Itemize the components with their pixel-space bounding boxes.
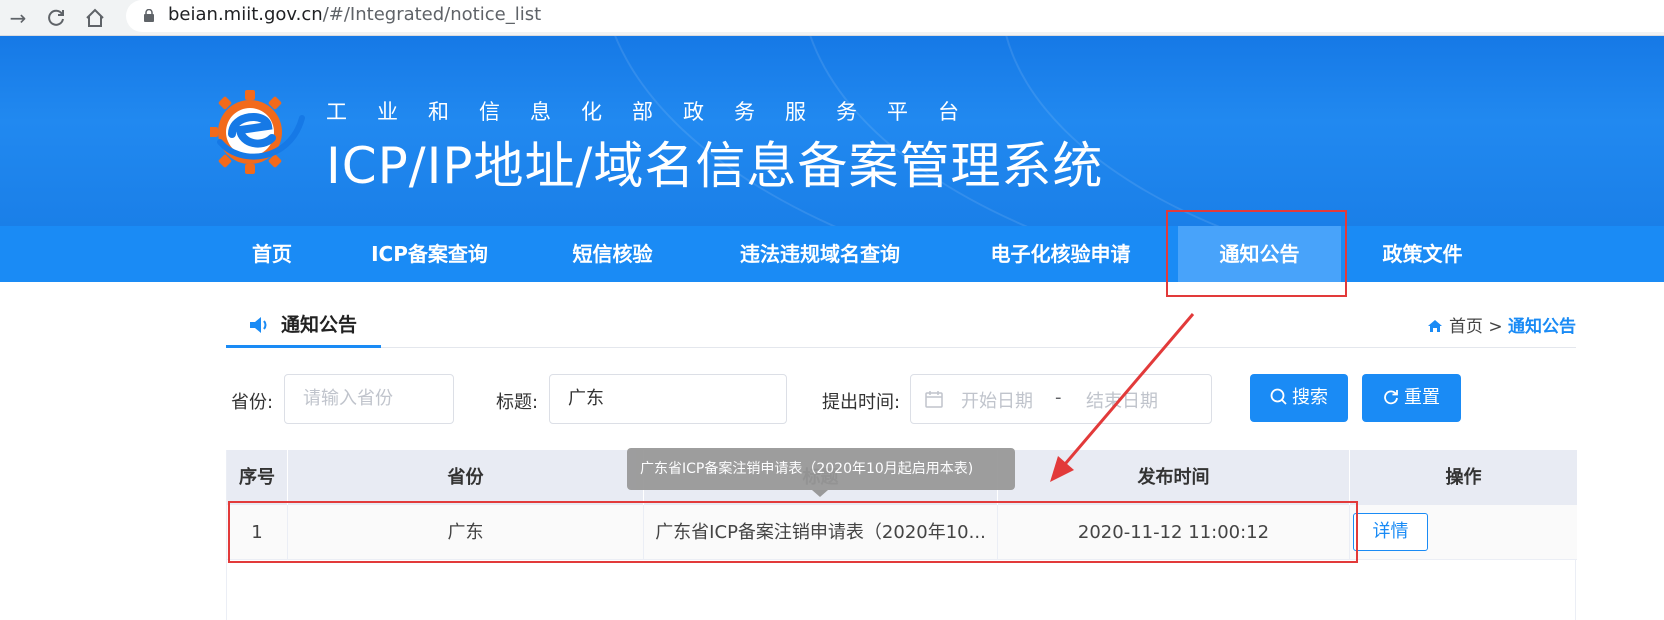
title-input[interactable]: 广东: [549, 374, 787, 424]
calendar-icon: [925, 391, 943, 408]
nav-item-icp-query[interactable]: ICP备案查询: [352, 226, 507, 282]
search-icon: [1270, 388, 1287, 405]
detail-button[interactable]: 详情: [1353, 513, 1428, 551]
nav-item-illegal-domain[interactable]: 违法违规域名查询: [715, 226, 925, 282]
nav-item-sms-verify[interactable]: 短信核验: [550, 226, 675, 282]
section-tab[interactable]: 通知公告: [226, 304, 381, 348]
banner-title: ICP/IP地址/域名信息备案管理系统: [326, 137, 1104, 195]
time-label: 提出时间:: [822, 392, 901, 413]
reset-button[interactable]: 重置: [1362, 374, 1461, 422]
title-tooltip: 广东省ICP备案注销申请表（2020年10月起启用本表): [627, 448, 1015, 490]
section-title: 通知公告: [281, 314, 358, 336]
nav-item-policy[interactable]: 政策文件: [1365, 226, 1480, 282]
main-nav: 首页 ICP备案查询 短信核验 违法违规域名查询 电子化核验申请 通知公告 政策…: [0, 226, 1664, 282]
breadcrumb-separator: >: [1488, 317, 1503, 337]
browser-toolbar: → beian.miit.gov.cn/#/Integrated/notice_…: [0, 0, 1664, 36]
logo-icon: [210, 90, 305, 174]
lock-icon: [144, 9, 154, 22]
breadcrumb: 首页 > 通知公告: [1427, 312, 1576, 337]
province-input[interactable]: 请输入省份: [284, 374, 454, 424]
url-text[interactable]: beian.miit.gov.cn/#/Integrated/notice_li…: [168, 4, 541, 25]
annotation-box-nav: [1166, 210, 1347, 297]
search-button[interactable]: 搜索: [1250, 374, 1348, 422]
speaker-icon: [250, 317, 267, 333]
province-label: 省份:: [231, 392, 274, 413]
nav-item-home[interactable]: 首页: [232, 226, 312, 282]
annotation-box-row: [228, 501, 1358, 563]
header-banner: 工业和信息化部政务服务平台 ICP/IP地址/域名信息备案管理系统: [0, 36, 1664, 226]
annotation-arrow: [1050, 313, 1195, 482]
column-header-province: 省份: [288, 450, 644, 505]
title-label: 标题:: [496, 392, 539, 413]
home-icon[interactable]: [83, 6, 107, 30]
tooltip-arrow: [812, 490, 828, 497]
home-icon: [1427, 320, 1442, 332]
nav-item-e-verify[interactable]: 电子化核验申请: [968, 226, 1153, 282]
reload-icon[interactable]: [44, 6, 68, 30]
banner-subtitle: 工业和信息化部政务服务平台: [326, 100, 989, 124]
breadcrumb-current: 通知公告: [1508, 317, 1576, 337]
column-header-index: 序号: [227, 450, 288, 505]
forward-icon[interactable]: →: [6, 6, 30, 30]
refresh-icon: [1384, 390, 1398, 405]
breadcrumb-home[interactable]: 首页: [1449, 317, 1483, 337]
column-header-action: 操作: [1445, 467, 1482, 488]
section-header: 通知公告 首页 > 通知公告: [226, 304, 1576, 348]
